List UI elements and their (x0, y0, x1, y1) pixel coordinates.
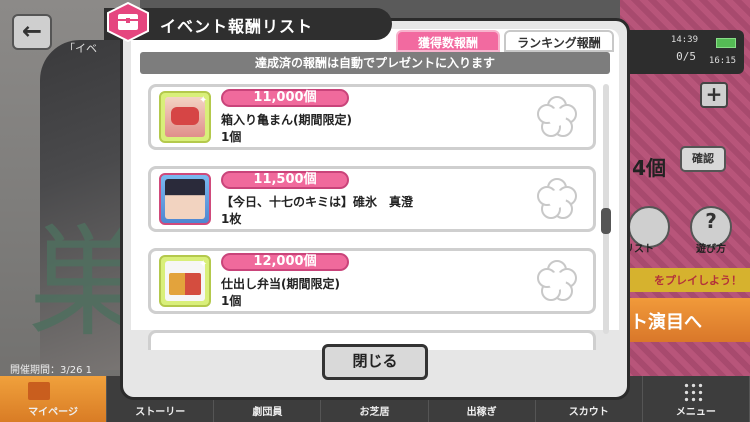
status-panel: 14:39 0/5 16:15 (616, 30, 744, 74)
grid-icon (682, 382, 705, 402)
tab-ranking-rewards[interactable]: ランキング報酬 (504, 30, 614, 52)
play-prompt-text: をプレイしよう！ (654, 274, 742, 287)
status-time: 14:39 (670, 35, 698, 45)
event-play-button[interactable]: ト演目へ (620, 298, 750, 342)
flower-icon (537, 96, 577, 137)
background-left-panel: 巣 (0, 0, 148, 422)
event-play-label: ト演目へ (630, 312, 702, 333)
howto-label: 遊び方 (696, 244, 726, 255)
nav-menu[interactable]: メニュー (643, 376, 750, 422)
nav-label: 出稼ぎ (466, 407, 497, 418)
play-prompt-banner: をプレイしよう！ (620, 268, 750, 292)
nav-mypage[interactable]: マイページ (0, 376, 108, 422)
threshold-badge: 12,000個 (221, 253, 349, 271)
status-counter: 0/5 (676, 50, 696, 63)
home-icon (28, 382, 50, 400)
reward-item: ✦ 11,000個 箱入り亀まん(期間限定) 1個 (148, 84, 596, 150)
nav-label: メニュー (675, 407, 716, 418)
reward-name: 箱入り亀まん(期間限定) (221, 113, 352, 127)
flower-icon (537, 260, 577, 301)
threshold-badge: 11,000個 (221, 89, 349, 107)
nav-label: マイページ (28, 407, 78, 418)
treasure-chest-icon (107, 2, 149, 42)
confirm-button[interactable]: 確認 (680, 146, 726, 172)
battery-icon (716, 38, 736, 48)
close-button[interactable]: 閉じる (322, 344, 428, 380)
reward-thumbnail: ✦ (159, 91, 211, 143)
reward-quantity: 1個 (221, 130, 242, 144)
reward-thumbnail: ✦ (159, 255, 211, 307)
background-subtitle: 「イベ (64, 42, 97, 55)
threshold-badge: 11,500個 (221, 171, 349, 189)
nav-label: ストーリー (135, 407, 186, 418)
reward-quantity: 1枚 (221, 212, 242, 226)
status-clock: 16:15 (708, 56, 736, 66)
event-period: 開催期間：3/26 1 (10, 365, 92, 376)
question-icon: ? (705, 209, 717, 233)
reward-item: 11,500個 【今日、十七のキミは】碓氷 真澄 1枚 (148, 166, 596, 232)
item-count: 4個 (632, 156, 666, 180)
auto-gift-notice: 達成済の報酬は自動でプレゼントに入ります (140, 52, 610, 74)
modal-title: イベント報酬リスト (160, 17, 314, 36)
back-button[interactable]: ← (12, 14, 52, 50)
nav-label: スカウト (568, 407, 609, 418)
reward-name: 【今日、十七のキミは】碓氷 真澄 (221, 195, 414, 209)
reward-quantity: 1個 (221, 294, 242, 308)
scrollbar-thumb[interactable] (601, 208, 611, 234)
reward-item: ✦ 12,000個 仕出し弁当(期間限定) 1個 (148, 248, 596, 314)
add-button[interactable]: + (700, 82, 728, 108)
nav-label: お芝居 (359, 407, 390, 418)
reward-thumbnail (159, 173, 211, 225)
reward-name: 仕出し弁当(期間限定) (221, 277, 340, 291)
tab-count-rewards[interactable]: 獲得数報酬 (396, 30, 500, 52)
flower-icon (537, 178, 577, 219)
nav-label: 劇団員 (252, 407, 283, 418)
